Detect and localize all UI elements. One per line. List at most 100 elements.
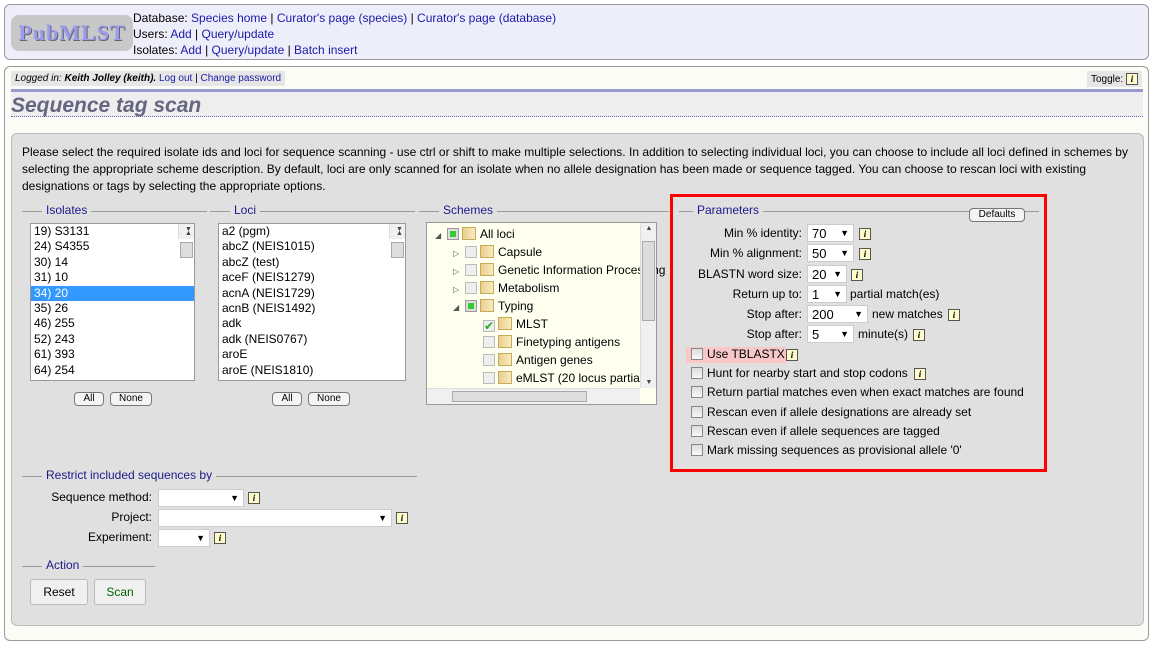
option-checkbox[interactable]	[691, 406, 703, 418]
locus-option[interactable]: aspA	[219, 378, 405, 380]
isolate-option[interactable]: 61) 393	[31, 347, 194, 362]
min-identity-select[interactable]: 70 ▼	[807, 224, 854, 242]
word-size-select[interactable]: 20 ▼	[807, 265, 847, 283]
isolate-option[interactable]: 19) S3131	[31, 224, 194, 239]
option-checkbox[interactable]	[691, 444, 703, 456]
min-alignment-select[interactable]: 50 ▼	[807, 244, 854, 262]
scheme-node[interactable]: ◢ Typing	[453, 298, 533, 314]
isolate-option[interactable]: 31) 10	[31, 270, 194, 285]
scheme-node[interactable]: eMLST (20 locus partial	[471, 370, 643, 386]
users-add-link[interactable]: Add	[170, 27, 191, 41]
isolates-listbox[interactable]: 19) S3131 24) S4355 30) 14 31) 10 34) 20 35) …	[30, 223, 195, 381]
sequence-method-select[interactable]: ▼	[158, 489, 244, 507]
option-checkbox[interactable]	[691, 367, 703, 379]
stop-matches-select[interactable]: 200 ▼	[807, 305, 868, 323]
tree-checkbox[interactable]	[465, 264, 477, 276]
scheme-node[interactable]: Antigen genes	[471, 352, 593, 368]
info-icon[interactable]: i	[396, 512, 408, 524]
scheme-node[interactable]: ✔ MLST	[471, 316, 548, 332]
curator-species-link[interactable]: Curator's page (species)	[277, 11, 407, 25]
experiment-select[interactable]: ▼	[158, 529, 210, 547]
tree-checkbox[interactable]	[483, 354, 495, 366]
vertical-scrollbar[interactable]: ▲ ▼	[389, 224, 405, 258]
locus-option[interactable]: adk (NEIS0767)	[219, 332, 405, 347]
locus-option[interactable]: adk	[219, 316, 405, 331]
isolates-query-link[interactable]: Query/update	[212, 43, 285, 57]
isolate-option[interactable]: 46) 255	[31, 316, 194, 331]
isolate-option[interactable]: 24) S4355	[31, 239, 194, 254]
locus-option[interactable]: acnB (NEIS1492)	[219, 301, 405, 316]
isolate-option[interactable]: 67) S5611	[31, 378, 194, 380]
loci-all-button[interactable]: All	[272, 392, 302, 406]
option-checkbox[interactable]	[691, 348, 703, 360]
tree-checkbox[interactable]	[465, 282, 477, 294]
isolate-option[interactable]: 30) 14	[31, 255, 194, 270]
expand-icon[interactable]: ▷	[453, 264, 465, 280]
info-icon[interactable]: i	[948, 309, 960, 321]
tree-horizontal-scrollbar[interactable]	[427, 388, 640, 404]
scroll-down-icon[interactable]: ▼	[641, 379, 657, 386]
change-password-link[interactable]: Change password	[201, 73, 282, 84]
info-icon[interactable]: i	[786, 349, 798, 361]
option-checkbox[interactable]	[691, 386, 703, 398]
info-icon[interactable]: i	[859, 248, 871, 260]
expand-icon[interactable]: ▷	[453, 282, 465, 298]
vertical-scrollbar[interactable]: ▲ ▼	[178, 224, 194, 258]
reset-button[interactable]: Reset	[30, 579, 88, 605]
defaults-button[interactable]: Defaults	[969, 208, 1025, 222]
scheme-node[interactable]: ◢ All loci	[435, 226, 515, 242]
isolate-option[interactable]: 52) 243	[31, 332, 194, 347]
tree-checkbox[interactable]	[483, 372, 495, 384]
isolate-option[interactable]: 34) 20	[31, 285, 194, 301]
expand-icon[interactable]: ◢	[453, 300, 465, 316]
loci-listbox[interactable]: a2 (pgm) abcZ (NEIS1015) abcZ (test) aceF (…	[218, 223, 406, 381]
scheme-node[interactable]: Finetyping antigens	[471, 334, 620, 350]
info-icon[interactable]: i	[859, 228, 871, 240]
scroll-thumb[interactable]	[642, 241, 655, 321]
info-icon[interactable]: i	[914, 368, 926, 380]
locus-option[interactable]: a2 (pgm)	[219, 224, 405, 239]
return-up-to-select[interactable]: 1 ▼	[807, 285, 847, 303]
isolates-none-button[interactable]: None	[110, 392, 152, 406]
tree-checkbox[interactable]	[483, 336, 495, 348]
logout-link[interactable]: Log out	[159, 73, 192, 84]
checkbox-checked-icon[interactable]: ✔	[483, 320, 495, 332]
locus-option[interactable]: aroE (NEIS1810)	[219, 363, 405, 378]
scheme-node[interactable]: ▷ Genetic Information Processing	[453, 262, 665, 278]
users-query-link[interactable]: Query/update	[202, 27, 275, 41]
scroll-down-icon[interactable]: ▼	[390, 224, 405, 237]
scroll-up-icon[interactable]: ▲	[641, 225, 657, 232]
expand-icon[interactable]: ◢	[435, 228, 447, 244]
scan-button[interactable]: Scan	[94, 579, 146, 605]
info-icon[interactable]: i	[1126, 73, 1138, 85]
locus-option[interactable]: acnA (NEIS1729)	[219, 286, 405, 301]
option-checkbox[interactable]	[691, 425, 703, 437]
expand-icon[interactable]: ▷	[453, 246, 465, 262]
schemes-tree[interactable]: ◢ All loci ▷ Capsule ▷ Genetic Information Pr…	[426, 222, 665, 405]
info-icon[interactable]: i	[214, 532, 226, 544]
isolates-add-link[interactable]: Add	[180, 43, 201, 57]
locus-option[interactable]: aroE	[219, 347, 405, 362]
loci-none-button[interactable]: None	[308, 392, 350, 406]
locus-option[interactable]: abcZ (test)	[219, 255, 405, 270]
scroll-thumb[interactable]	[180, 242, 193, 258]
toggle-help[interactable]: Toggle: i	[1086, 71, 1142, 87]
project-select[interactable]: ▼	[158, 509, 392, 527]
tree-checkbox[interactable]	[465, 300, 477, 312]
info-icon[interactable]: i	[851, 269, 863, 281]
tree-checkbox[interactable]	[447, 228, 459, 240]
batch-insert-link[interactable]: Batch insert	[294, 43, 357, 57]
isolate-option[interactable]: 35) 26	[31, 301, 194, 316]
tree-vertical-scrollbar[interactable]: ▲ ▼	[640, 223, 656, 388]
stop-minutes-select[interactable]: 5 ▼	[807, 325, 854, 343]
scheme-node[interactable]: ▷ Metabolism	[453, 280, 559, 296]
species-home-link[interactable]: Species home	[191, 11, 267, 25]
info-icon[interactable]: i	[913, 329, 925, 341]
isolate-option[interactable]: 64) 254	[31, 363, 194, 378]
pubmlst-logo[interactable]: PubMLST	[11, 15, 133, 51]
tree-checkbox[interactable]	[465, 246, 477, 258]
scroll-thumb[interactable]	[391, 242, 404, 258]
scroll-thumb[interactable]	[452, 391, 587, 402]
info-icon[interactable]: i	[248, 492, 260, 504]
scroll-down-icon[interactable]: ▼	[179, 224, 194, 237]
